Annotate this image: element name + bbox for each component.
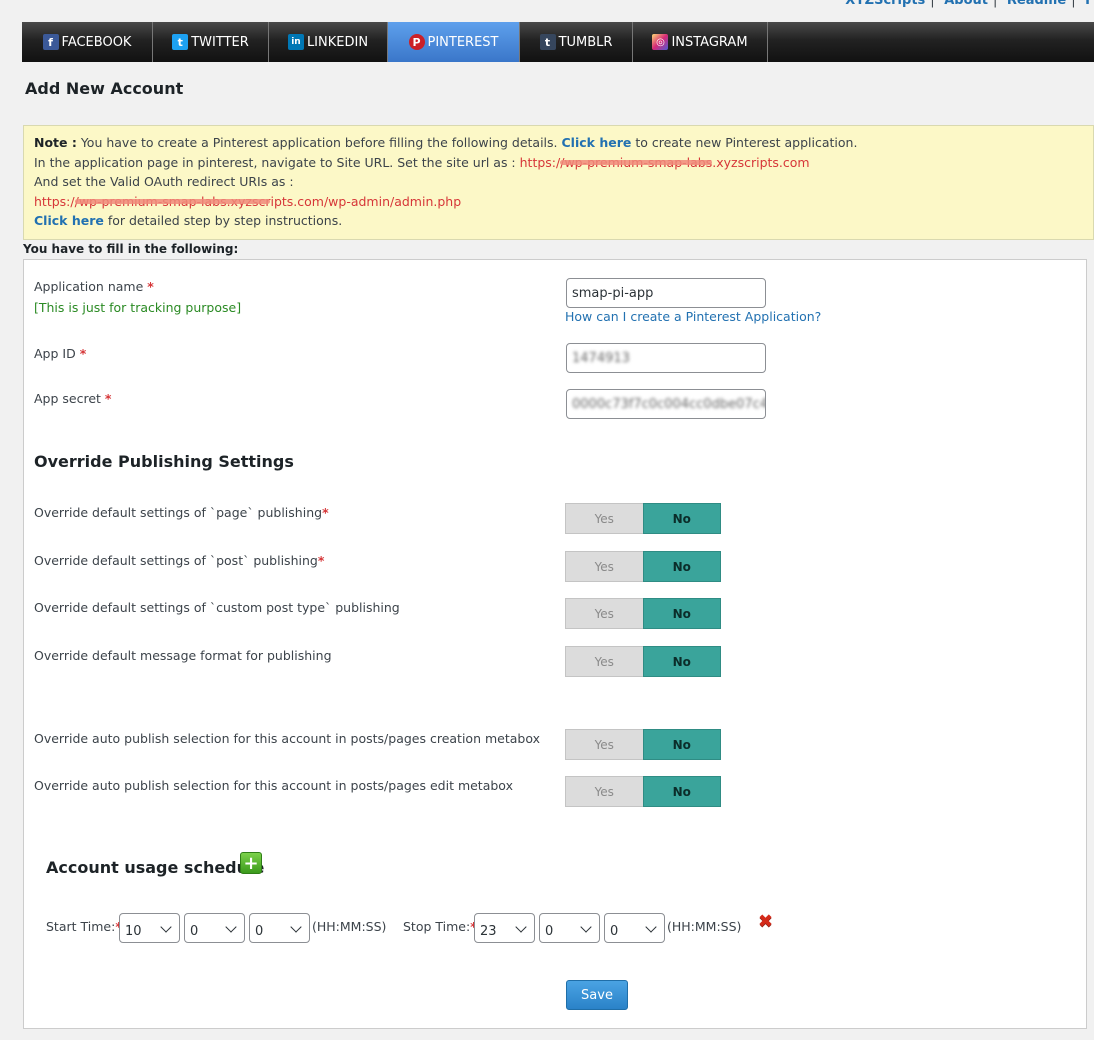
tab-pinterest[interactable]: P PINTEREST [388, 22, 520, 62]
tumblr-icon: t [539, 34, 556, 50]
stop-time-label: Stop Time:* [403, 919, 477, 934]
chevron-down-icon [515, 921, 527, 933]
toggle-no[interactable]: No [642, 598, 721, 629]
app-id-value: 1474913 [572, 350, 630, 366]
delete-schedule-icon[interactable]: ✖ [758, 911, 773, 932]
override-heading: Override Publishing Settings [34, 452, 294, 471]
network-tab-bar: f FACEBOOK t TWITTER in LINKEDIN P PINTE… [22, 22, 1094, 62]
override-post-label: Override default settings of `post` publ… [34, 553, 325, 568]
chevron-down-icon [160, 921, 172, 933]
toggle-yes[interactable]: Yes [565, 776, 643, 807]
top-links: XYZScripts | About | Readme | F [845, 0, 1094, 8]
stop-hour-select[interactable]: 23 [474, 913, 535, 943]
tab-label: INSTAGRAM [671, 34, 748, 50]
toggle-yes[interactable]: Yes [565, 729, 643, 760]
save-button[interactable]: Save [566, 980, 628, 1010]
tab-label: TUMBLR [558, 34, 613, 50]
pinterest-setup-note: Note : You have to create a Pinterest ap… [23, 125, 1094, 240]
app-secret-value: 0000c73f7c0c004cc0dbe07c4 [572, 396, 766, 412]
chevron-down-icon [225, 921, 237, 933]
instructions-link[interactable]: Click here [34, 213, 104, 228]
note-label: Note : [34, 135, 77, 150]
note-text: You have to create a Pinterest applicati… [76, 135, 562, 150]
app-name-label: Application name * [34, 279, 154, 294]
note-text: In the application page in pinterest, na… [34, 154, 520, 170]
tab-linkedin[interactable]: in LINKEDIN [269, 22, 388, 62]
app-name-note: [This is just for tracking purpose] [34, 300, 242, 315]
override-custom-post-label: Override default settings of `custom pos… [34, 600, 400, 615]
facebook-icon: f [42, 34, 59, 50]
override-message-format-toggle[interactable]: Yes No [565, 646, 721, 677]
toggle-no[interactable]: No [642, 646, 721, 677]
start-minute-select[interactable]: 0 [184, 913, 245, 943]
override-edit-metabox-toggle[interactable]: Yes No [565, 776, 721, 807]
tab-label: PINTEREST [427, 34, 499, 50]
tab-facebook[interactable]: f FACEBOOK [22, 22, 153, 62]
chevron-down-icon [580, 921, 592, 933]
linkedin-icon: in [287, 34, 304, 50]
more-link[interactable]: F [1085, 0, 1094, 8]
site-url: https://wp-premium-smap-labs.xyzscripts.… [520, 155, 810, 170]
instagram-icon: ◎ [652, 34, 669, 50]
stop-format-hint: (HH:MM:SS) [667, 919, 742, 934]
schedule-heading: Account usage schedule [46, 858, 265, 877]
app-name-input[interactable] [566, 278, 766, 308]
xyzscripts-link[interactable]: XYZScripts [845, 0, 925, 8]
toggle-yes[interactable]: Yes [565, 551, 643, 582]
override-message-format-label: Override default message format for publ… [34, 648, 332, 663]
tab-instagram[interactable]: ◎ INSTAGRAM [633, 22, 768, 62]
note-text: to create new Pinterest application. [631, 135, 858, 150]
tab-label: LINKEDIN [306, 34, 369, 50]
chevron-down-icon [290, 921, 302, 933]
tab-tumblr[interactable]: t TUMBLR [520, 22, 633, 62]
tab-twitter[interactable]: t TWITTER [153, 22, 269, 62]
pinterest-icon: P [408, 34, 425, 50]
override-edit-metabox-label: Override auto publish selection for this… [34, 778, 513, 793]
override-post-toggle[interactable]: Yes No [565, 551, 721, 582]
create-app-help-link[interactable]: How can I create a Pinterest Application… [565, 309, 821, 324]
override-custom-post-toggle[interactable]: Yes No [565, 598, 721, 629]
chevron-down-icon [645, 921, 657, 933]
start-time-label: Start Time:* [46, 919, 122, 934]
tab-label: FACEBOOK [61, 34, 132, 50]
toggle-no[interactable]: No [642, 776, 721, 807]
about-link[interactable]: About [944, 0, 988, 8]
fill-heading: You have to fill in the following: [23, 242, 239, 256]
note-text: for detailed step by step instructions. [103, 213, 343, 228]
tab-label: TWITTER [191, 34, 249, 50]
create-app-link[interactable]: Click here [562, 135, 632, 150]
readme-link[interactable]: Readme [1007, 0, 1066, 8]
toggle-yes[interactable]: Yes [565, 598, 643, 629]
app-secret-label: App secret * [34, 391, 112, 406]
page-title: Add New Account [25, 79, 184, 98]
toggle-no[interactable]: No [642, 551, 721, 582]
app-id-input[interactable]: 1474913 [566, 343, 766, 373]
app-id-label: App ID * [34, 346, 87, 361]
redirect-uri: https://wp-premium-smap-labs.xyzscripts.… [34, 194, 461, 209]
toggle-no[interactable]: No [642, 503, 721, 534]
stop-minute-select[interactable]: 0 [539, 913, 600, 943]
start-second-select[interactable]: 0 [249, 913, 310, 943]
twitter-icon: t [172, 34, 189, 50]
override-creation-metabox-label: Override auto publish selection for this… [34, 731, 540, 746]
start-format-hint: (HH:MM:SS) [312, 919, 387, 934]
toggle-yes[interactable]: Yes [565, 646, 643, 677]
start-hour-select[interactable]: 10 [119, 913, 180, 943]
override-creation-metabox-toggle[interactable]: Yes No [565, 729, 721, 760]
note-text: And set the Valid OAuth redirect URIs as… [34, 174, 294, 189]
toggle-yes[interactable]: Yes [565, 503, 643, 534]
override-page-toggle[interactable]: Yes No [565, 503, 721, 534]
add-schedule-icon[interactable]: + [240, 852, 262, 874]
toggle-no[interactable]: No [642, 729, 721, 760]
app-secret-input[interactable]: 0000c73f7c0c004cc0dbe07c4 [566, 389, 766, 419]
stop-second-select[interactable]: 0 [604, 913, 665, 943]
override-page-label: Override default settings of `page` publ… [34, 505, 329, 520]
